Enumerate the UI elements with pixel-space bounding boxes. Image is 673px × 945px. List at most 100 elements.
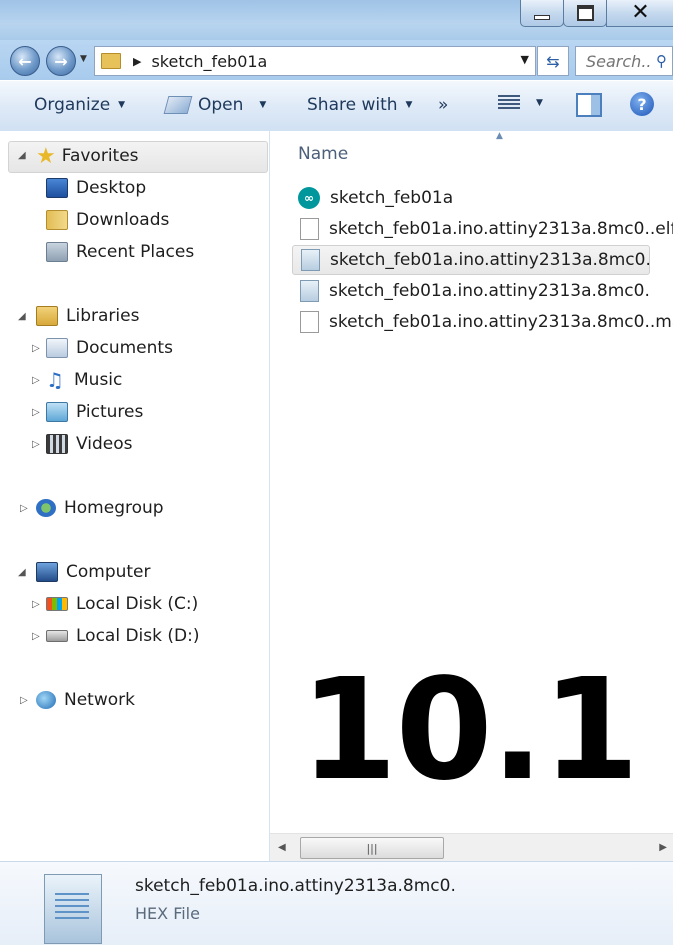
organize-label: Organize: [34, 95, 111, 115]
forward-button[interactable]: →: [46, 46, 76, 76]
file-name: sketch_feb01a.ino.attiny2313a.8mc0..map: [329, 312, 673, 332]
search-input[interactable]: [584, 50, 654, 72]
share-with-button[interactable]: Share with ▼: [307, 95, 412, 115]
nav-computer[interactable]: Computer: [36, 558, 151, 586]
system-drive-icon: [46, 597, 68, 611]
document-icon: [300, 218, 319, 240]
horizontal-scrollbar[interactable]: ◀ ||| ▶: [270, 833, 673, 862]
file-list-pane: ▲ Name ∞ sketch_feb01a sketch_feb01a.ino…: [270, 131, 673, 862]
share-with-label: Share with: [307, 95, 398, 115]
collapsed-arrow-icon[interactable]: ▷: [32, 375, 40, 386]
nav-local-disk-d[interactable]: Local Disk (D:): [46, 622, 199, 650]
organize-button[interactable]: Organize ▼: [34, 95, 125, 115]
search-box[interactable]: ⚲: [575, 46, 673, 76]
nav-favorites[interactable]: ★ Favorites: [36, 142, 139, 170]
close-button[interactable]: ✕: [606, 0, 673, 27]
details-pane: sketch_feb01a.ino.attiny2313a.8mc0. HEX …: [0, 861, 673, 945]
collapsed-arrow-icon[interactable]: ▷: [32, 631, 40, 642]
command-bar: Organize ▼ Open ▼ Share with ▼ » ▼ ?: [0, 80, 673, 132]
arrow-left-icon: ←: [18, 51, 32, 71]
preview-pane-button[interactable]: [576, 93, 602, 117]
collapsed-arrow-icon[interactable]: ▷: [20, 503, 28, 514]
nav-libraries[interactable]: Libraries: [36, 302, 139, 330]
expanded-arrow-icon[interactable]: ◢: [18, 567, 26, 578]
nav-network[interactable]: Network: [36, 686, 135, 714]
file-row[interactable]: sketch_feb01a.ino.attiny2313a.8mc0.: [292, 277, 650, 305]
hex-file-icon: [44, 874, 102, 944]
expanded-arrow-icon[interactable]: ◢: [18, 311, 26, 322]
nav-computer-label: Computer: [66, 562, 151, 582]
nav-downloads-label: Downloads: [76, 210, 170, 230]
breadcrumb-folder[interactable]: sketch_feb01a: [151, 52, 267, 71]
column-header-name[interactable]: Name: [298, 144, 348, 164]
recent-pages-dropdown-icon[interactable]: ▼: [80, 54, 87, 64]
folder-icon: [101, 53, 121, 69]
more-commands-button[interactable]: »: [438, 95, 448, 115]
breadcrumb-arrow-icon[interactable]: ▶: [133, 55, 141, 68]
scrollbar-thumb[interactable]: |||: [300, 837, 444, 859]
homegroup-icon: [36, 499, 56, 517]
nav-local-disk-c[interactable]: Local Disk (C:): [46, 590, 198, 618]
maximize-button[interactable]: [563, 0, 607, 27]
title-bar: ✕: [0, 0, 673, 40]
scroll-right-icon[interactable]: ▶: [659, 842, 667, 853]
nav-favorites-label: Favorites: [61, 146, 139, 166]
maximize-icon: [576, 5, 594, 21]
nav-music[interactable]: ♫ Music: [46, 366, 122, 394]
close-icon: ✕: [631, 0, 650, 25]
chevron-down-icon: ▼: [259, 100, 267, 110]
nav-pictures[interactable]: Pictures: [46, 398, 143, 426]
collapsed-arrow-icon[interactable]: ▷: [32, 343, 40, 354]
back-button[interactable]: ←: [10, 46, 40, 76]
chevron-down-icon: ▼: [405, 100, 413, 110]
nav-videos[interactable]: Videos: [46, 430, 133, 458]
nav-documents[interactable]: Documents: [46, 334, 173, 362]
nav-desktop-label: Desktop: [76, 178, 147, 198]
drive-icon: [46, 630, 68, 642]
search-icon[interactable]: ⚲: [656, 52, 667, 70]
nav-recent-places[interactable]: Recent Places: [46, 238, 194, 266]
chevron-down-icon: ▼: [118, 100, 126, 110]
expanded-arrow-icon[interactable]: ◢: [18, 150, 26, 161]
address-bar[interactable]: ▶ sketch_feb01a ▼: [94, 46, 536, 76]
overlay-number: 10.1: [300, 649, 639, 812]
nav-homegroup-label: Homegroup: [64, 498, 164, 518]
scroll-left-icon[interactable]: ◀: [278, 842, 286, 853]
details-file-type: HEX File: [135, 904, 200, 923]
videos-icon: [46, 434, 68, 454]
minimize-button[interactable]: [520, 0, 564, 27]
view-list-icon: [498, 95, 520, 111]
open-button[interactable]: Open ▼: [163, 95, 267, 115]
collapsed-arrow-icon[interactable]: ▷: [20, 695, 28, 706]
open-label: Open: [198, 95, 244, 115]
nav-recent-places-label: Recent Places: [76, 242, 195, 262]
collapsed-arrow-icon[interactable]: ▷: [32, 599, 40, 610]
nav-network-label: Network: [64, 690, 135, 710]
file-row[interactable]: sketch_feb01a.ino.attiny2313a.8mc0..map: [292, 308, 673, 336]
computer-icon: [36, 562, 58, 582]
refresh-button[interactable]: ⇆: [537, 46, 569, 76]
file-row-selected[interactable]: sketch_feb01a.ino.attiny2313a.8mc0.: [292, 245, 651, 275]
collapsed-arrow-icon[interactable]: ▷: [32, 439, 40, 450]
file-row[interactable]: ∞ sketch_feb01a: [292, 184, 453, 212]
nav-homegroup[interactable]: Homegroup: [36, 494, 164, 522]
details-file-name: sketch_feb01a.ino.attiny2313a.8mc0.: [135, 876, 456, 896]
help-button[interactable]: ?: [630, 92, 654, 116]
change-view-button[interactable]: ▼: [498, 95, 543, 111]
nav-desktop[interactable]: Desktop: [46, 174, 146, 202]
chevron-down-icon: ▼: [536, 98, 543, 108]
nav-pictures-label: Pictures: [76, 402, 144, 422]
documents-icon: [46, 338, 68, 358]
star-icon: ★: [36, 143, 56, 169]
arduino-icon: ∞: [298, 187, 320, 209]
nav-downloads[interactable]: Downloads: [46, 206, 169, 234]
libraries-icon: [36, 306, 58, 326]
open-icon: [163, 96, 193, 114]
nav-local-disk-d-label: Local Disk (D:): [76, 626, 200, 646]
nav-videos-label: Videos: [76, 434, 133, 454]
collapsed-arrow-icon[interactable]: ▷: [32, 407, 40, 418]
address-dropdown-icon[interactable]: ▼: [521, 53, 529, 66]
help-icon: ?: [637, 94, 647, 114]
file-row[interactable]: sketch_feb01a.ino.attiny2313a.8mc0..elf: [292, 215, 673, 243]
desktop-icon: [46, 178, 68, 198]
